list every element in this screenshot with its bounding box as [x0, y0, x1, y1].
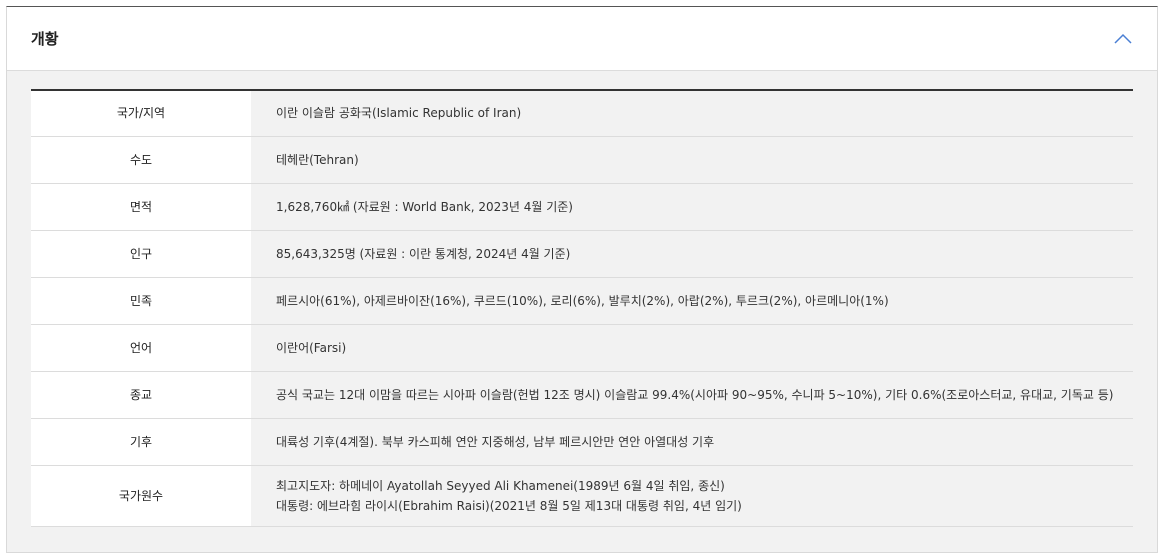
- row-label: 면적: [31, 183, 251, 231]
- panel-title: 개황: [31, 30, 59, 48]
- table-row-language: 언어 이란어(Farsi): [31, 324, 1133, 372]
- row-label: 국가/지역: [31, 90, 251, 137]
- row-label: 언어: [31, 324, 251, 372]
- row-value: 페르시아(61%), 아제르바이잔(16%), 쿠르드(10%), 로리(6%)…: [251, 277, 1133, 325]
- row-value: 이란어(Farsi): [251, 324, 1133, 372]
- panel-body: 국가/지역 이란 이슬람 공화국(Islamic Republic of Ira…: [7, 71, 1157, 527]
- row-value: 대륙성 기후(4계절). 북부 카스피해 연안 지중해성, 남부 페르시안만 연…: [251, 418, 1133, 466]
- table-row-capital: 수도 테헤란(Tehran): [31, 136, 1133, 184]
- president-line: 대통령: 에브라힘 라이시(Ebrahim Raisi)(2021년 8월 5일…: [276, 498, 742, 513]
- row-value: 테헤란(Tehran): [251, 136, 1133, 184]
- row-value: 공식 국교는 12대 이맘을 따르는 시아파 이슬람(헌법 12조 명시) 이슬…: [251, 371, 1133, 419]
- row-label: 국가원수: [31, 465, 251, 527]
- row-value: 85,643,325명 (자료원 : 이란 통계청, 2024년 4월 기준): [251, 230, 1133, 278]
- table-row-ethnicity: 민족 페르시아(61%), 아제르바이잔(16%), 쿠르드(10%), 로리(…: [31, 277, 1133, 325]
- row-label: 인구: [31, 230, 251, 278]
- chevron-up-icon[interactable]: [1111, 27, 1135, 51]
- overview-panel: 개황 국가/지역 이란 이슬람 공화국(Islamic Republic of …: [6, 6, 1158, 553]
- table-row-area: 면적 1,628,760㎢ (자료원 : World Bank, 2023년 4…: [31, 183, 1133, 231]
- row-value: 최고지도자: 하메네이 Ayatollah Seyyed Ali Khamene…: [251, 465, 1133, 527]
- row-value: 이란 이슬람 공화국(Islamic Republic of Iran): [251, 90, 1133, 137]
- row-label: 기후: [31, 418, 251, 466]
- row-label: 민족: [31, 277, 251, 325]
- table-row-head-of-state: 국가원수 최고지도자: 하메네이 Ayatollah Seyyed Ali Kh…: [31, 465, 1133, 527]
- supreme-leader-line: 최고지도자: 하메네이 Ayatollah Seyyed Ali Khamene…: [276, 478, 725, 493]
- row-label: 종교: [31, 371, 251, 419]
- table-row-climate: 기후 대륙성 기후(4계절). 북부 카스피해 연안 지중해성, 남부 페르시안…: [31, 418, 1133, 466]
- table-row-country: 국가/지역 이란 이슬람 공화국(Islamic Republic of Ira…: [31, 90, 1133, 137]
- row-value: 1,628,760㎢ (자료원 : World Bank, 2023년 4월 기…: [251, 183, 1133, 231]
- table-row-population: 인구 85,643,325명 (자료원 : 이란 통계청, 2024년 4월 기…: [31, 230, 1133, 278]
- info-table: 국가/지역 이란 이슬람 공화국(Islamic Republic of Ira…: [31, 89, 1133, 527]
- panel-header[interactable]: 개황: [7, 7, 1157, 71]
- table-row-religion: 종교 공식 국교는 12대 이맘을 따르는 시아파 이슬람(헌법 12조 명시)…: [31, 371, 1133, 419]
- row-label: 수도: [31, 136, 251, 184]
